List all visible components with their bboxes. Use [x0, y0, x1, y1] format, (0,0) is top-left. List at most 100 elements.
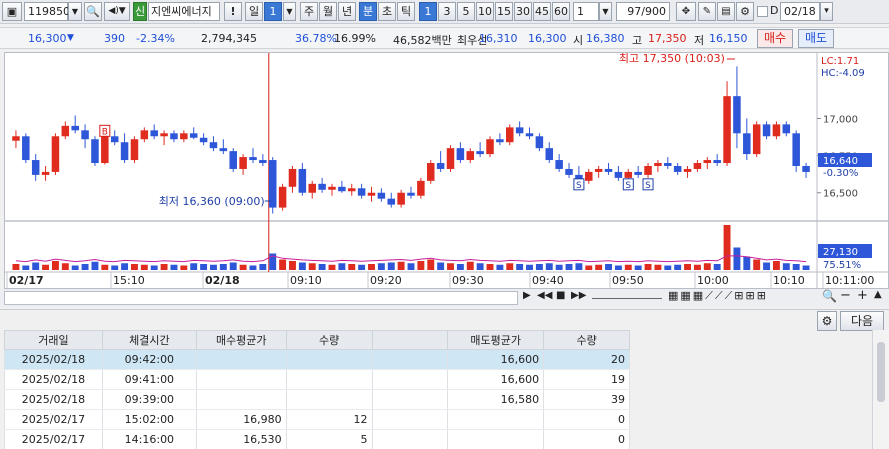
minute-60[interactable]: 60 — [552, 2, 570, 21]
candle-body — [713, 160, 721, 164]
speaker-icon[interactable]: ◀)▼ — [104, 2, 130, 21]
volume-bar — [71, 265, 79, 270]
volume-bar — [160, 264, 168, 270]
search-icon[interactable]: 🔍 — [84, 2, 102, 21]
chart-tool-icons[interactable]: ▦▦▦⟋⟋⟋⊞⊞⊞ — [668, 289, 768, 303]
candle-body — [733, 96, 741, 134]
chart-scrollbar[interactable] — [4, 291, 518, 305]
volume-bar — [229, 262, 237, 270]
chart-canvas[interactable]: 최고 17,350 (10:03) 최저 16,360 (09:00) B S S S 17… — [5, 53, 888, 288]
save-icon[interactable]: ▤ — [717, 2, 735, 21]
calendar-icon[interactable]: ▾ — [820, 2, 833, 21]
scroll-right-icon[interactable]: ▶ — [523, 290, 531, 301]
candle-body — [51, 136, 60, 172]
volume-bar — [239, 264, 247, 270]
col-exec-time[interactable]: 체결시간 — [101, 330, 197, 350]
volume-bar — [526, 264, 533, 270]
table-row[interactable]: 2025/02/18 09:39:00 16,580 39 — [4, 389, 630, 410]
table-row[interactable]: 2025/02/17 14:16:00 16,530 5 0 — [4, 429, 630, 449]
window-icon[interactable]: ▣ — [2, 2, 22, 21]
period-minute[interactable]: 분 — [359, 2, 377, 21]
draw-icon[interactable]: ✎ — [698, 2, 716, 21]
volume-bar — [397, 261, 405, 270]
cell: 16,600 — [447, 369, 545, 390]
volume-bar — [516, 264, 524, 270]
candle-body — [743, 133, 751, 155]
minute-5[interactable]: 5 — [457, 2, 475, 21]
volume-bar — [456, 264, 464, 270]
low-price: 16,150 — [709, 32, 748, 45]
col-sell-avg[interactable]: 매도평균가 — [447, 330, 545, 350]
stop-icon[interactable]: ■ — [556, 290, 565, 301]
zoom-slider[interactable] — [592, 298, 662, 299]
price-change: 390 — [104, 32, 125, 45]
col-buy-avg[interactable]: 매수평균가 — [195, 330, 287, 350]
signal-label: S — [645, 181, 651, 191]
rewind-icon[interactable]: ◀◀ — [537, 290, 552, 301]
volume-bar — [407, 263, 415, 270]
stock-code-input[interactable]: 119850 — [24, 2, 70, 21]
day-unit-dropdown-icon[interactable]: ▼ — [283, 2, 296, 21]
date-checkbox[interactable] — [757, 6, 768, 17]
gear-icon[interactable]: ⚙ — [736, 2, 754, 21]
candle-body — [31, 160, 40, 175]
minute-1[interactable]: 1 — [419, 2, 437, 21]
minute-30[interactable]: 30 — [514, 2, 532, 21]
scrollbar-thumb[interactable] — [877, 342, 885, 402]
table-row[interactable]: 2025/02/17 15:02:00 16,980 12 0 — [4, 409, 630, 430]
cell: 16,600 — [447, 349, 545, 370]
candle-body — [219, 148, 228, 152]
zoom-icon[interactable]: 🔍 — [822, 289, 837, 303]
price-chart[interactable]: 최고 17,350 (10:03) 최저 16,360 (09:00) B S S S 17… — [4, 52, 889, 289]
high-label: 고 — [632, 34, 643, 47]
col-buy-qty[interactable]: 수량 — [285, 330, 373, 350]
candle-body — [644, 165, 652, 175]
best-buy-price: 16,300 — [528, 32, 567, 45]
x-tick-label: 15:10 — [113, 274, 145, 287]
period-second[interactable]: 초 — [378, 2, 396, 21]
buy-button[interactable]: 매수 — [757, 29, 793, 48]
volume-bar — [605, 264, 612, 270]
table-row[interactable]: 2025/02/18 09:42:00 16,600 20 — [4, 349, 630, 370]
period-month[interactable]: 월 — [319, 2, 337, 21]
period-week[interactable]: 주 — [300, 2, 318, 21]
volume-bar — [585, 265, 593, 270]
date-input[interactable]: 02/18 — [780, 2, 820, 21]
tools-icon[interactable]: ✥ — [676, 2, 696, 21]
settings-gear-icon[interactable]: ⚙ — [817, 311, 837, 331]
candle-body — [61, 125, 70, 137]
x-tick-label: 10:11:00 — [825, 274, 874, 287]
sell-button[interactable]: 매도 — [798, 29, 834, 48]
table-row[interactable]: 2025/02/18 09:41:00 16,600 19 — [4, 369, 630, 390]
period-year[interactable]: 년 — [338, 2, 356, 21]
col-trade-date[interactable]: 거래일 — [4, 330, 103, 350]
next-button[interactable]: 다음 — [840, 311, 884, 331]
code-dropdown-icon[interactable]: ▼ — [68, 2, 82, 21]
count-input[interactable]: 97/900 — [616, 2, 670, 21]
col-sell-qty[interactable]: 수량 — [543, 330, 630, 350]
collapse-icon[interactable]: ▲ — [874, 289, 882, 300]
cell: 16,530 — [195, 429, 287, 449]
volume-bar — [763, 262, 771, 270]
minute-15[interactable]: 15 — [495, 2, 513, 21]
volume-bar — [614, 265, 622, 270]
candle-body — [436, 163, 445, 169]
period-day[interactable]: 일 — [245, 2, 263, 21]
plus-icon[interactable]: + — [857, 288, 868, 303]
volume-bar — [595, 264, 603, 270]
candle-body — [427, 163, 435, 181]
play-icon[interactable]: ▶▶ — [571, 290, 586, 301]
unit-dropdown-icon[interactable]: ▼ — [599, 2, 612, 21]
cell — [371, 429, 449, 449]
volume-bar — [674, 264, 682, 270]
alert-icon[interactable]: ! — [224, 2, 242, 21]
unit-input[interactable]: 1 — [573, 2, 599, 21]
minute-3[interactable]: 3 — [438, 2, 456, 21]
table-vertical-scrollbar[interactable] — [872, 330, 889, 449]
minute-45[interactable]: 45 — [533, 2, 551, 21]
period-day-unit[interactable]: 1 — [264, 2, 282, 21]
volume-bar — [140, 264, 148, 270]
minus-icon[interactable]: − — [840, 288, 851, 303]
minute-10[interactable]: 10 — [476, 2, 494, 21]
period-tick[interactable]: 틱 — [397, 2, 415, 21]
